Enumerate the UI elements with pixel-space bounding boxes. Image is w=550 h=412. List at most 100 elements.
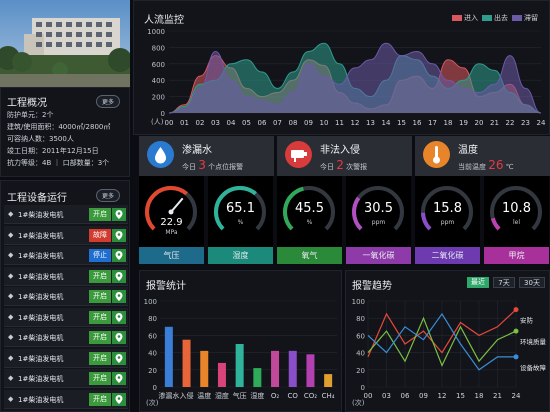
location-pin-icon[interactable]: [112, 290, 126, 303]
location-pin-icon[interactable]: [112, 372, 126, 385]
bar: [271, 350, 280, 387]
tab-recent[interactable]: 最近: [467, 277, 489, 288]
equipment-status-button[interactable]: 停止: [89, 249, 111, 262]
x-tick-label: 21: [490, 119, 499, 127]
alarm-trend-panel: 报警趋势 0 20 40 60 80 100 00 03 06 09 12 15 18 21 24 (次) 安防…: [345, 270, 550, 412]
x-tick-label: 07: [273, 119, 282, 127]
equipment-status-button[interactable]: 开启: [89, 392, 111, 406]
x-tick-label: 09: [419, 392, 428, 400]
x-tick-label: 17: [428, 119, 437, 127]
gauge-value: 45.5: [295, 201, 324, 216]
gauge-label: 二氧化碳: [415, 247, 480, 264]
x-tick-label: 10: [320, 119, 329, 127]
x-tick-label: 02: [196, 119, 205, 127]
bar: [200, 350, 209, 387]
location-pin-icon[interactable]: [112, 228, 126, 242]
bar: [217, 362, 226, 387]
equipment-status-button[interactable]: 开启: [89, 351, 111, 365]
equipment-name: 1#柴油发电机: [18, 293, 64, 301]
overview-more-button[interactable]: 更多: [96, 95, 121, 108]
alarm-stats-panel: 报警统计 0 20 40 60 80 100 (次) 渗漏水 入侵 温度 湿度 气压 湿度 O₂ CO CO₂…: [139, 270, 342, 412]
series-end-marker: [513, 354, 519, 360]
gauge-value: 65.1: [226, 201, 255, 216]
sensor-card-intrusion[interactable]: 非法入侵 今日 2 次警报: [277, 136, 412, 176]
equipment-row[interactable]: ◆ 1#柴油发电机 故障: [4, 225, 128, 245]
x-tick-label: 05: [242, 119, 251, 127]
y-tick-label: 0: [153, 384, 157, 392]
location-pin-icon[interactable]: [112, 392, 126, 406]
sensor-status: 今日 2 次警报: [320, 158, 368, 172]
x-tick-label: 渗漏水: [158, 391, 179, 400]
people-flow-chart: 0 200 400 600 800 1000 (人) 00 01 02 03 04 05 06 07 08 09…: [147, 28, 546, 127]
location-pin-icon[interactable]: [112, 269, 126, 283]
gauge-label: 气压: [139, 247, 204, 264]
equipment-row[interactable]: ◆ 1#柴油发电机 开启: [4, 389, 128, 409]
series-end-marker: [513, 307, 519, 313]
gauge-4: 15.8 ppm 二氧化碳: [415, 176, 480, 264]
equipment-row[interactable]: ◆ 1#柴油发电机 开启: [4, 369, 128, 388]
arrow-icon: ◆: [8, 374, 14, 382]
equipment-row[interactable]: ◆ 1#柴油发电机 开启: [4, 307, 128, 327]
arrow-icon: ◆: [8, 333, 14, 341]
x-tick-label: 19: [459, 119, 468, 127]
sensor-card-temperature[interactable]: 温度 当前温度 26 ℃: [415, 136, 550, 176]
x-tick-label: 23: [521, 119, 530, 127]
x-tick-label: 04: [227, 119, 236, 127]
x-tick-label: CO₂: [304, 392, 317, 400]
y-tick-label: 60: [148, 332, 157, 340]
y-tick-label: 100: [144, 298, 157, 306]
x-tick-label: 08: [289, 119, 298, 127]
x-tick-label: 20: [475, 119, 484, 127]
x-tick-label: 00: [364, 392, 373, 400]
x-tick-label: 入侵: [180, 391, 194, 400]
equipment-status-button[interactable]: 开启: [89, 290, 111, 303]
equipment-row[interactable]: ◆ 1#柴油发电机 停止: [4, 246, 128, 265]
overview-line: 防护单元：2个: [7, 111, 54, 119]
equipment-row[interactable]: ◆ 1#柴油发电机 开启: [4, 287, 128, 306]
equipment-row[interactable]: ◆ 1#柴油发电机 开启: [4, 266, 128, 286]
equipment-name: 1#柴油发电机: [18, 354, 64, 363]
location-pin-icon[interactable]: [112, 331, 126, 344]
x-tick-label: 03: [211, 119, 220, 127]
bar: [324, 374, 333, 387]
equipment-status-button[interactable]: 开启: [89, 331, 111, 344]
tab-30-days[interactable]: 30天: [519, 277, 545, 288]
arrow-icon: ◆: [8, 271, 14, 280]
x-tick-label: 06: [258, 119, 267, 127]
x-tick-label: 01: [180, 119, 189, 127]
equipment-more-button[interactable]: 更多: [96, 189, 121, 202]
x-tick-label: 12: [351, 119, 360, 127]
bar: [164, 326, 173, 387]
equipment-status-button[interactable]: 开启: [89, 208, 111, 221]
sensor-title: 温度: [458, 145, 478, 156]
gauge-unit: %: [306, 219, 313, 226]
location-pin-icon[interactable]: [112, 249, 126, 262]
gauge-5: 10.8 lel 甲烷: [484, 176, 549, 264]
location-pin-icon[interactable]: [112, 208, 126, 221]
thermometer-icon: [423, 141, 450, 168]
location-pin-icon[interactable]: [112, 310, 126, 324]
equipment-row[interactable]: ◆ 1#柴油发电机 开启: [4, 348, 128, 368]
equipment-row[interactable]: ◆ 1#柴油发电机 开启: [4, 328, 128, 347]
y-tick-label: 20: [356, 367, 365, 375]
gauge-needle: [170, 197, 184, 213]
x-tick-label: 18: [444, 119, 453, 127]
equipment-row[interactable]: ◆ 1#柴油发电机 开启: [4, 205, 128, 224]
sensor-card-leak[interactable]: 渗漏水 今日 3 个点位报警: [139, 136, 274, 176]
x-tick-label: 湿度: [250, 391, 264, 400]
location-pin-icon[interactable]: [112, 351, 126, 365]
arrow-icon: ◆: [8, 210, 14, 218]
equipment-status-button[interactable]: 故障: [89, 228, 111, 242]
equipment-status-button[interactable]: 开启: [89, 269, 111, 283]
equipment-status-button[interactable]: 开启: [89, 310, 111, 324]
building-photo: [0, 0, 130, 87]
y-tick-label: 80: [148, 315, 157, 323]
x-tick-label: 09: [304, 119, 313, 127]
x-tick-label: 气压: [233, 391, 247, 400]
y-axis-label: (次): [352, 398, 365, 407]
tab-7-days[interactable]: 7天: [493, 277, 515, 288]
bar: [182, 339, 191, 387]
gauge-unit: ppm: [440, 219, 455, 226]
camera-icon: [285, 141, 312, 168]
equipment-status-button[interactable]: 开启: [89, 372, 111, 385]
